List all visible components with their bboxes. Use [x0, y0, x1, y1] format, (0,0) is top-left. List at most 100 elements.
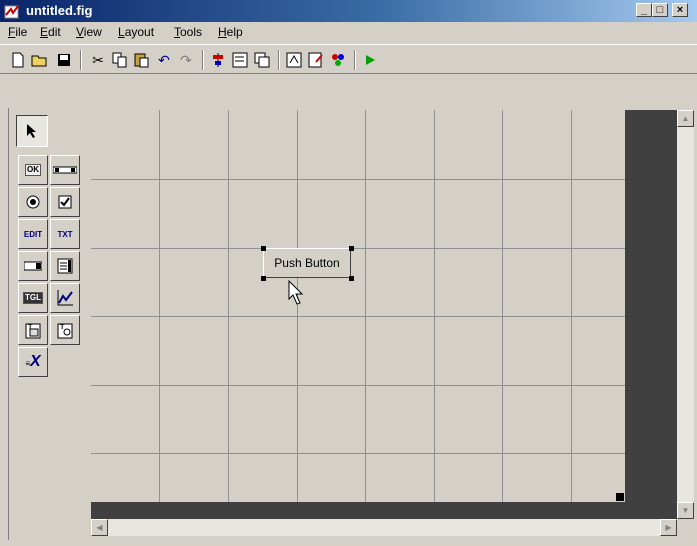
selection-handle[interactable]: [349, 246, 354, 251]
toolbar-separator: [278, 50, 280, 70]
panel-icon: T: [25, 323, 41, 339]
grid-line: [502, 110, 503, 502]
edit-text-tool-label: EDIT: [23, 229, 43, 239]
menu-edit[interactable]: Edit: [40, 25, 61, 39]
menu-layout[interactable]: Layout: [118, 25, 154, 39]
toggle-button-tool[interactable]: TGL: [18, 283, 48, 313]
toolbar-separator: [80, 50, 82, 70]
push-button-tool-label: OK: [25, 164, 41, 176]
m-file-editor-icon[interactable]: [284, 50, 304, 70]
menu-edit-rest: dit: [48, 25, 61, 39]
grid-line: [434, 110, 435, 502]
grid-line: [91, 248, 625, 249]
grid-line: [91, 179, 625, 180]
component-palette: OK EDIT TXT TGL T T ≡X: [12, 111, 88, 541]
mouse-pointer-icon: [288, 280, 304, 305]
grid-line: [91, 316, 625, 317]
run-icon[interactable]: [360, 50, 380, 70]
align-icon[interactable]: [208, 50, 228, 70]
static-text-tool[interactable]: TXT: [50, 219, 80, 249]
select-tool[interactable]: [16, 115, 48, 147]
toolbar: ✂ ↶ ↷: [0, 44, 697, 74]
save-icon[interactable]: [54, 50, 74, 70]
axes-tool[interactable]: [50, 283, 80, 313]
arrow-cursor-icon: [27, 124, 36, 138]
menu-view-rest: iew: [83, 25, 102, 39]
menu-tools[interactable]: Tools: [174, 25, 202, 39]
axes-icon: [57, 290, 73, 306]
title-bar[interactable]: untitled.fig _ □ ×: [0, 0, 697, 22]
frame-border: [8, 108, 9, 540]
static-text-tool-label: TXT: [57, 229, 73, 239]
listbox-icon: [57, 258, 73, 274]
figure-resize-handle[interactable]: [616, 493, 624, 501]
menu-file[interactable]: File: [8, 25, 27, 39]
menu-help[interactable]: Help: [218, 25, 243, 39]
popup-menu-tool[interactable]: [18, 251, 48, 281]
cut-icon[interactable]: ✂: [88, 50, 108, 70]
checkbox-icon: [58, 195, 72, 209]
slider-icon: [53, 166, 77, 174]
activex-icon: ≡X: [25, 353, 41, 370]
menu-view[interactable]: View: [76, 25, 102, 39]
property-inspector-icon[interactable]: [306, 50, 326, 70]
layout-area[interactable]: Push Button: [91, 110, 677, 519]
grid-line: [365, 110, 366, 502]
menu-file-rest: ile: [15, 25, 28, 39]
scroll-down-button[interactable]: ▼: [677, 502, 694, 519]
menu-tools-rest: ools: [180, 25, 203, 39]
paste-icon[interactable]: [132, 50, 152, 70]
toolbar-separator: [202, 50, 204, 70]
scroll-left-button[interactable]: ◀: [91, 519, 108, 536]
selection-handle[interactable]: [261, 246, 266, 251]
activex-tool-label: X: [30, 353, 41, 370]
redo-icon[interactable]: ↷: [176, 50, 196, 70]
horizontal-scrollbar[interactable]: ◀ ▶: [91, 519, 677, 536]
copy-icon[interactable]: [110, 50, 130, 70]
toggle-tool-label: TGL: [23, 292, 43, 304]
grid-line: [297, 110, 298, 502]
button-group-tool-label: T: [60, 324, 65, 331]
open-folder-icon[interactable]: [30, 50, 50, 70]
button-group-icon: T: [57, 323, 73, 339]
listbox-tool[interactable]: [50, 251, 80, 281]
scroll-right-button[interactable]: ▶: [660, 519, 677, 536]
edit-text-tool[interactable]: EDIT: [18, 219, 48, 249]
figure-icon: [4, 5, 19, 19]
minimize-button[interactable]: _: [636, 3, 652, 17]
new-file-icon[interactable]: [8, 50, 28, 70]
selection-handle[interactable]: [349, 276, 354, 281]
scrollbar-corner: [677, 519, 694, 536]
menu-view-mnemonic: V: [76, 25, 84, 39]
panel-tool[interactable]: T: [18, 315, 48, 345]
maximize-button[interactable]: □: [652, 3, 668, 17]
menu-help-rest: elp: [226, 25, 243, 39]
panel-tool-label: T: [28, 324, 33, 331]
window-title: untitled.fig: [26, 3, 93, 18]
radio-icon: [26, 195, 40, 209]
popup-icon: [24, 261, 42, 271]
button-group-tool[interactable]: T: [50, 315, 80, 345]
undo-icon[interactable]: ↶: [154, 50, 174, 70]
grid-line: [91, 385, 625, 386]
close-button[interactable]: ×: [672, 3, 688, 17]
figure-canvas[interactable]: Push Button: [91, 110, 625, 502]
scroll-up-button[interactable]: ▲: [677, 110, 694, 127]
radio-button-tool[interactable]: [18, 187, 48, 217]
menu-help-mnemonic: H: [218, 25, 227, 39]
slider-tool[interactable]: [50, 155, 80, 185]
object-browser-icon[interactable]: [328, 50, 348, 70]
activex-tool[interactable]: ≡X: [18, 347, 48, 377]
toolbar-separator: [354, 50, 356, 70]
grid-line: [159, 110, 160, 502]
vertical-scrollbar[interactable]: ▲ ▼: [677, 110, 694, 519]
push-button[interactable]: Push Button: [263, 248, 351, 278]
checkbox-tool[interactable]: [50, 187, 80, 217]
menu-bar: File Edit View Layout Tools Help: [0, 22, 697, 42]
grid-line: [228, 110, 229, 502]
menu-editor-icon[interactable]: [230, 50, 250, 70]
menu-edit-mnemonic: E: [40, 25, 49, 39]
selection-handle[interactable]: [261, 276, 266, 281]
tab-order-icon[interactable]: [252, 50, 272, 70]
push-button-tool[interactable]: OK: [18, 155, 48, 185]
